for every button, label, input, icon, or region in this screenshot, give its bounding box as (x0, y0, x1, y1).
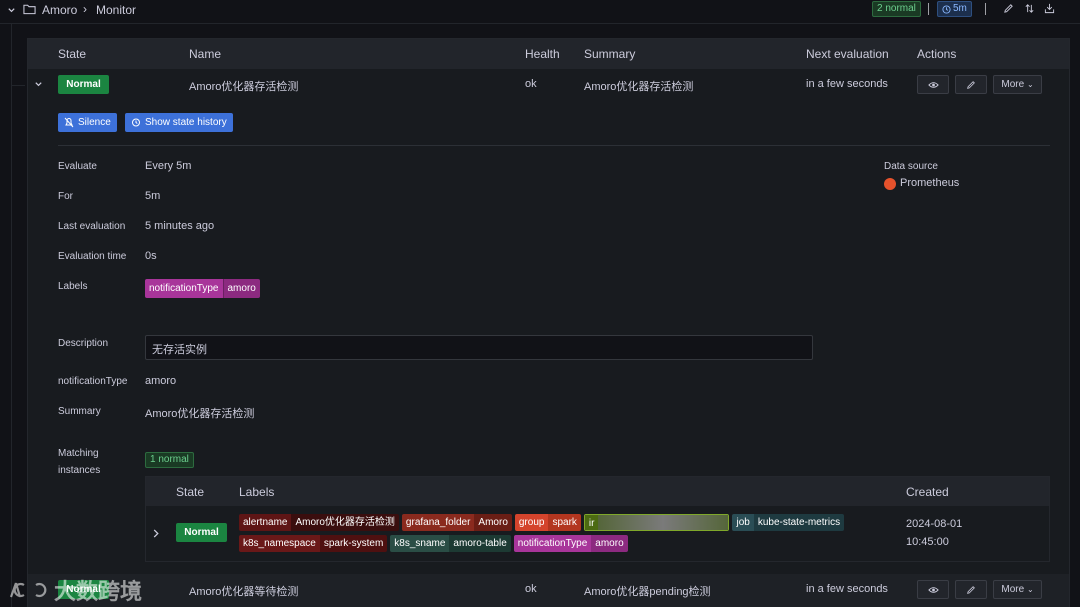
state-badge: Normal (58, 75, 109, 94)
view-button[interactable] (917, 580, 949, 599)
chevron-right-icon[interactable] (152, 529, 160, 538)
prometheus-icon (884, 178, 896, 190)
export-icon[interactable] (1044, 3, 1055, 14)
instance-labels: alertname Amoro优化器存活检测 grafana_folder Amoro… (239, 514, 889, 552)
column-header-name[interactable]: Name (189, 47, 221, 61)
rule-summary: Amoro优化器pending检测 (584, 586, 711, 598)
notification-type-value: amoro (145, 375, 177, 387)
edit-rule-button[interactable] (955, 580, 987, 599)
evaluation-time-label: Evaluation time (58, 251, 127, 262)
rule-next-evaluation: in a few seconds (806, 583, 888, 595)
column-header-next-evaluation[interactable]: Next evaluation (806, 47, 889, 61)
evaluation-time-value: 0s (145, 250, 157, 262)
instance-label-tag: notificationType amoro (513, 535, 628, 552)
instance-label-tag: k8s_namespace spark-system (239, 535, 388, 552)
rule-name: Amoro优化器存活检测 (189, 81, 299, 93)
breadcrumb-current: Monitor (96, 3, 137, 17)
data-source-name[interactable]: Prometheus (900, 177, 959, 189)
chevron-down-icon[interactable] (7, 6, 16, 15)
instances-header-created[interactable]: Created (906, 485, 949, 499)
instance-label-tag: ir (583, 514, 730, 531)
interval-badge: 5m (937, 1, 972, 17)
watermark-logo-icon (9, 582, 47, 598)
instance-label-tag: grafana_folder Amoro (401, 514, 512, 531)
watermark: 大数跨境 (8, 574, 142, 606)
summary-value: Amoro优化器存活检测 (145, 408, 255, 420)
chevron-down-icon: ⌄ (1026, 80, 1034, 89)
divider (985, 3, 986, 15)
labels-label: Labels (58, 281, 88, 292)
matching-count-badge: 1 normal (145, 452, 194, 468)
instance-label-tag: alertname Amoro优化器存活检测 (239, 514, 399, 531)
column-header-summary[interactable]: Summary (584, 47, 635, 61)
created-time: 10:45:00 (906, 536, 949, 548)
folder-icon (23, 3, 36, 15)
history-icon (131, 113, 141, 132)
collapse-row-icon[interactable] (34, 80, 43, 89)
chevron-down-icon: ⌄ (1026, 585, 1034, 594)
bell-slash-icon (64, 113, 74, 132)
eye-icon (927, 82, 939, 93)
instances-header-state[interactable]: State (176, 485, 204, 499)
breadcrumb-separator: › (83, 2, 87, 16)
divider (928, 3, 929, 15)
matching-instances-label-2: instances (58, 465, 101, 476)
evaluate-value: Every 5m (145, 160, 192, 172)
sort-icon[interactable] (1024, 3, 1035, 14)
tree-guide-branch (11, 85, 25, 86)
description-label: Description (58, 338, 109, 349)
rule-next-evaluation: in a few seconds (806, 78, 888, 90)
edit-icon[interactable] (1003, 3, 1014, 14)
instance-label-tag: job kube-state-metrics (732, 514, 845, 531)
more-button[interactable]: More ⌄ (993, 580, 1042, 599)
edit-rule-button[interactable] (955, 75, 987, 94)
matching-instances-label: Matching (58, 448, 99, 459)
pencil-icon (966, 586, 976, 598)
data-source-label: Data source (884, 161, 938, 172)
column-header-health[interactable]: Health (525, 47, 560, 61)
column-header-state[interactable]: State (58, 47, 86, 61)
last-evaluation-value: 5 minutes ago (145, 220, 215, 232)
summary-label: Summary (58, 406, 101, 417)
show-state-history-button[interactable]: Show state history (125, 113, 233, 132)
silence-button[interactable]: Silence (58, 113, 117, 132)
last-evaluation-label: Last evaluation (58, 221, 126, 232)
tree-guide-line (11, 24, 12, 607)
instances-header-labels: Labels (239, 485, 275, 499)
rule-health: ok (525, 78, 537, 90)
view-button[interactable] (917, 75, 949, 94)
details-divider (58, 145, 1050, 146)
created-date: 2024-08-01 (906, 518, 963, 530)
instance-label-tag: group spark (514, 514, 581, 531)
breadcrumb-parent[interactable]: Amoro (42, 3, 77, 17)
evaluate-label: Evaluate (58, 161, 97, 172)
eye-icon (927, 587, 939, 598)
normal-count-badge: 2 normal (872, 1, 921, 17)
rule-row (28, 574, 1069, 607)
column-header-actions: Actions (917, 47, 957, 61)
instance-label-tag: k8s_sname amoro-table (390, 535, 511, 552)
more-button[interactable]: More ⌄ (993, 75, 1042, 94)
rule-health: ok (525, 583, 537, 595)
rule-name: Amoro优化器等待检测 (189, 586, 299, 598)
rule-summary: Amoro优化器存活检测 (584, 81, 694, 93)
notification-type-label: notificationType (58, 376, 128, 387)
label-tag: notificationType amoro (145, 279, 260, 298)
instance-state-badge: Normal (176, 523, 227, 542)
for-value: 5m (145, 190, 161, 202)
pencil-icon (966, 81, 976, 93)
for-label: For (58, 191, 73, 202)
description-box: 无存活实例 (145, 335, 813, 360)
clock-icon (942, 4, 951, 14)
